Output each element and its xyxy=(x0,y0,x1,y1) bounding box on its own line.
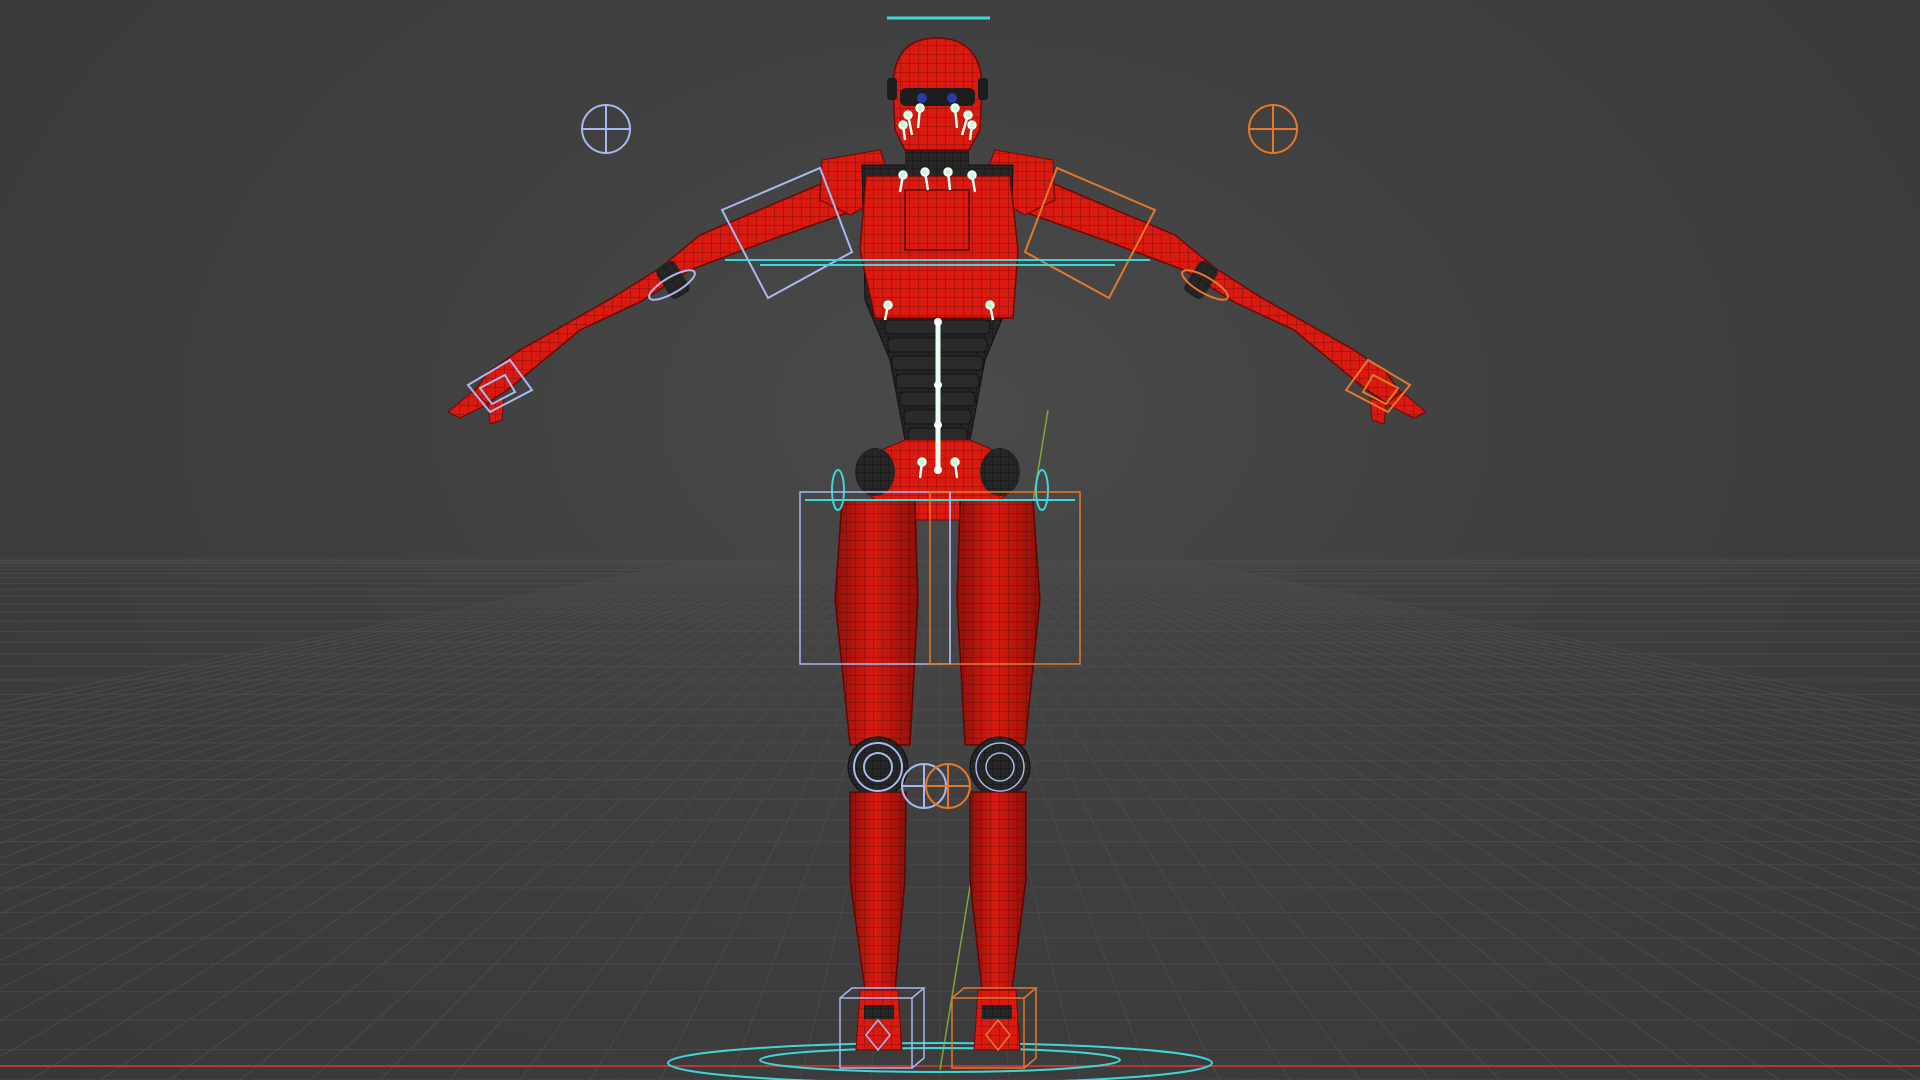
right-leg[interactable] xyxy=(956,499,1041,1051)
bone-head xyxy=(883,300,893,310)
right-eye xyxy=(947,93,957,103)
left-arm[interactable] xyxy=(447,177,852,425)
bone-head xyxy=(985,300,995,310)
robot-mesh[interactable] xyxy=(447,37,1427,1051)
left-hip-joint xyxy=(855,448,895,496)
bone-head xyxy=(967,170,977,180)
bone-head xyxy=(920,167,930,177)
right-eye-target-control[interactable] xyxy=(1248,104,1298,154)
left-eye xyxy=(917,93,927,103)
bone-head xyxy=(963,110,973,120)
right-hip-joint xyxy=(980,448,1020,496)
bone-head xyxy=(950,457,960,467)
bone-head xyxy=(903,110,913,120)
left-ear xyxy=(887,78,897,100)
bone-head xyxy=(915,103,925,113)
left-eye-target-control[interactable] xyxy=(581,104,631,154)
bone-head xyxy=(950,103,960,113)
bone-head xyxy=(967,120,977,130)
viewport-scene[interactable] xyxy=(0,0,1920,1080)
3d-viewport[interactable] xyxy=(0,0,1920,1080)
bone-head xyxy=(943,167,953,177)
bone-head xyxy=(898,120,908,130)
chest-plate[interactable] xyxy=(859,175,1019,319)
visor xyxy=(900,88,975,106)
bone-head xyxy=(898,170,908,180)
bone-head xyxy=(917,457,927,467)
right-ear xyxy=(978,78,988,100)
pole-target-controls[interactable] xyxy=(901,763,971,809)
